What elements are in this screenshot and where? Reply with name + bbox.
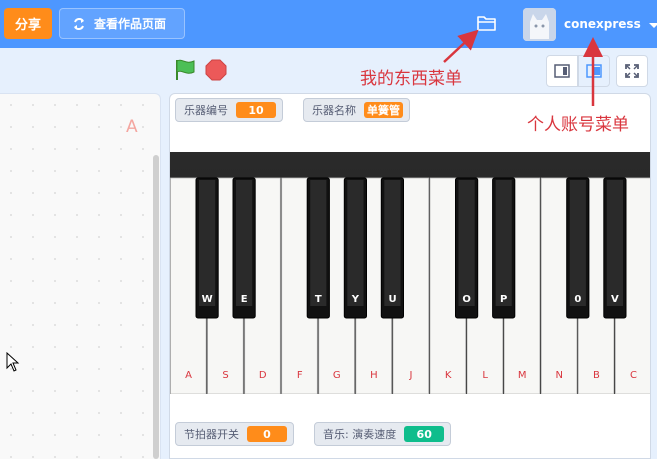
- black-key-w[interactable]: W: [195, 177, 219, 319]
- black-key-label: Y: [351, 294, 360, 305]
- white-key-label: G: [333, 370, 341, 381]
- black-key-label: 0: [574, 294, 581, 305]
- black-key-u[interactable]: U: [380, 177, 405, 319]
- black-key-v[interactable]: V: [603, 177, 627, 319]
- stage[interactable]: 乐器编号 10 乐器名称 单簧管 ASDFGHJKLMNBCWETYUOP0V …: [169, 93, 651, 459]
- monitor-value: 单簧管: [364, 102, 403, 118]
- small-stage-button[interactable]: [546, 55, 578, 87]
- white-key-label: A: [185, 370, 192, 381]
- white-key-label: B: [593, 370, 600, 381]
- monitor-value: 0: [247, 426, 287, 442]
- monitor-label: 节拍器开关: [184, 428, 239, 441]
- black-key-label: P: [500, 294, 507, 305]
- black-key-label: T: [315, 294, 322, 305]
- monitor-tempo: 音乐: 演奏速度 60: [314, 422, 452, 446]
- mouse-cursor-icon: [6, 352, 20, 372]
- chevron-down-icon: [648, 23, 657, 28]
- menu-bar: 分享 查看作品页面 conexpress: [0, 0, 657, 48]
- black-key-e[interactable]: E: [232, 177, 256, 319]
- green-flag-icon[interactable]: [172, 58, 198, 82]
- white-key-label: C: [630, 370, 637, 381]
- refresh-icon: [74, 17, 84, 30]
- large-stage-button[interactable]: [578, 55, 610, 87]
- monitor-value: 60: [404, 426, 445, 442]
- fullscreen-icon: [625, 64, 639, 78]
- black-key-p[interactable]: P: [492, 177, 516, 319]
- stop-icon[interactable]: [205, 59, 227, 81]
- account-menu[interactable]: conexpress: [523, 5, 657, 43]
- annotation-account: 个人账号菜单: [527, 115, 629, 135]
- username: conexpress: [564, 17, 641, 31]
- code-area-letter: A: [126, 117, 138, 137]
- blocks-header-strip: [0, 48, 161, 91]
- piano-keyboard[interactable]: A S D F G H J K L M N B C W E T Y U O P 0 V: [170, 152, 651, 394]
- monitor-instrument-name: 乐器名称 单簧管: [303, 98, 410, 122]
- white-key-label: K: [445, 370, 452, 381]
- black-key-y[interactable]: Y: [343, 177, 368, 319]
- black-key-label: V: [611, 294, 619, 305]
- white-key-label: N: [556, 370, 563, 381]
- code-area-scrollbar[interactable]: [153, 155, 159, 459]
- monitor-label: 乐器编号: [184, 104, 228, 117]
- code-area[interactable]: [0, 93, 161, 459]
- small-stage-icon: [554, 64, 570, 78]
- black-key-label: E: [241, 294, 248, 305]
- monitor-label: 乐器名称: [312, 104, 356, 117]
- black-key-label: W: [202, 294, 213, 305]
- white-key-label: M: [518, 370, 527, 381]
- fullscreen-button[interactable]: [616, 55, 648, 87]
- large-stage-icon: [586, 64, 602, 78]
- see-project-page-button[interactable]: 查看作品页面: [59, 8, 185, 39]
- see-project-page-label: 查看作品页面: [94, 17, 167, 31]
- white-key-label: S: [222, 370, 228, 381]
- black-key-t[interactable]: T: [306, 177, 330, 319]
- avatar: [523, 7, 556, 41]
- black-key-0[interactable]: 0: [566, 177, 590, 319]
- monitor-value: 10: [236, 102, 276, 118]
- white-key-label: D: [259, 370, 267, 381]
- share-button[interactable]: 分享: [4, 8, 52, 39]
- piano-keys[interactable]: A S D F G H J K L M N B C W E T Y U O P 0 V: [170, 152, 651, 394]
- white-key-label: J: [409, 370, 413, 381]
- folder-icon[interactable]: [476, 13, 498, 33]
- white-key-label: H: [370, 370, 378, 381]
- monitor-label: 音乐: 演奏速度: [323, 428, 397, 441]
- annotation-my-stuff: 我的东西菜单: [360, 69, 462, 89]
- monitor-metronome: 节拍器开关 0: [175, 422, 294, 446]
- monitor-instrument-id: 乐器编号 10: [175, 98, 283, 122]
- black-key-label: O: [462, 294, 471, 305]
- white-key-label: F: [297, 370, 303, 381]
- white-key-label: L: [482, 370, 488, 381]
- black-key-o[interactable]: O: [455, 177, 479, 319]
- black-key-label: U: [388, 294, 396, 305]
